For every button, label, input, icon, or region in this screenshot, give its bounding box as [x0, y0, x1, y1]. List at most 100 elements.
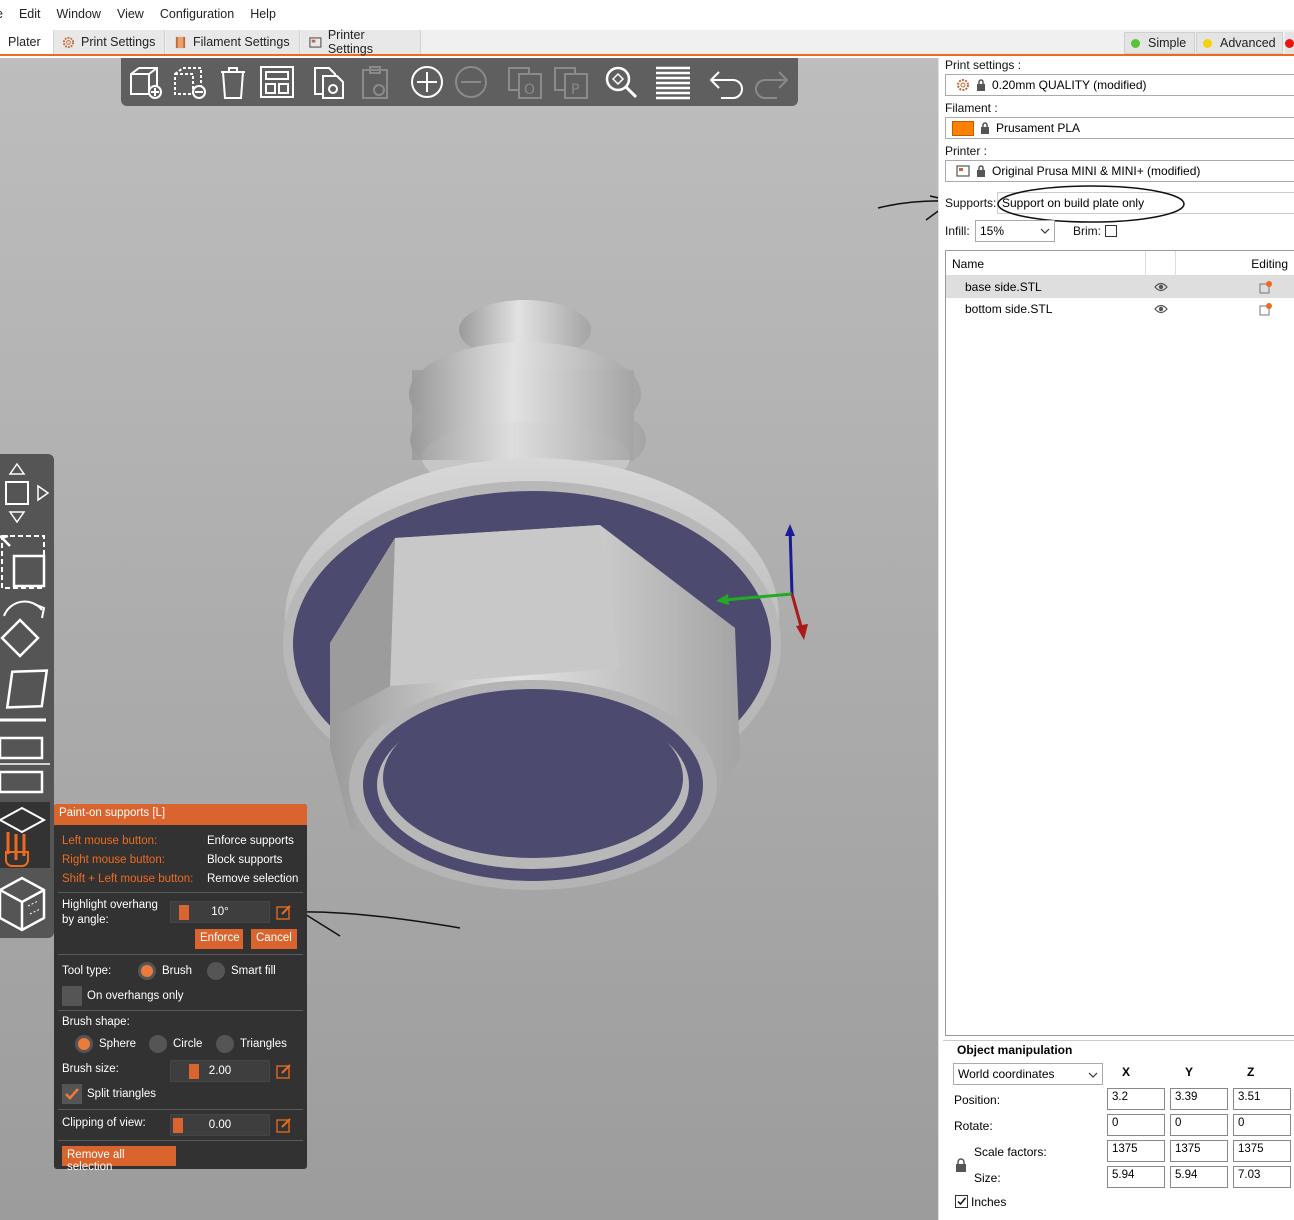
tab-plater[interactable]: Plater — [0, 30, 54, 54]
inches-label: Inches — [971, 1195, 1007, 1209]
print-settings-combo[interactable]: 0.20mm QUALITY (modified) — [945, 74, 1294, 96]
brim-label: Brim: — [1073, 224, 1101, 238]
chevron-down-icon — [1088, 1072, 1098, 1078]
brim-checkbox[interactable] — [1105, 225, 1117, 237]
object-list-header: Name Editing — [946, 251, 1294, 276]
clipping-value: 0.00 — [208, 1119, 232, 1131]
tool-smartfill-radio[interactable] — [207, 962, 225, 980]
tab-filament-settings[interactable]: Filament Settings — [166, 30, 300, 54]
rotate-x-field[interactable]: 0 — [1107, 1114, 1165, 1136]
infill-combo[interactable]: 15% — [975, 220, 1055, 242]
column-divider — [1145, 251, 1146, 275]
brush-shape-label: Brush shape: — [62, 1016, 130, 1028]
position-y-field[interactable]: 3.39 — [1170, 1088, 1228, 1110]
tab-printer-settings-label: Printer Settings — [327, 28, 373, 56]
lock-icon[interactable] — [955, 1158, 967, 1172]
gear-icon — [957, 79, 969, 91]
checkmark-icon — [957, 1197, 967, 1206]
highlight-angle-slider[interactable]: 10° — [170, 901, 270, 923]
overhangs-only-label: On overhangs only — [87, 990, 184, 1002]
tool-brush-label: Brush — [162, 965, 193, 977]
simple-mode-icon — [1131, 38, 1140, 48]
divider — [58, 1140, 303, 1141]
scale-y-field[interactable]: 1375 — [1170, 1140, 1228, 1162]
brush-size-slider[interactable]: 2.00 — [170, 1060, 270, 1082]
right-sidebar: Print settings : 0.20mm QUALITY (modifie… — [938, 58, 1294, 1220]
tab-filament-settings-label: Filament Settings — [193, 35, 290, 49]
paint-supports-panel: Paint-on supports [L] Left mouse button:… — [54, 804, 307, 1173]
size-y-field[interactable]: 5.94 — [1170, 1166, 1228, 1188]
column-name[interactable]: Name — [952, 257, 984, 271]
eye-icon[interactable] — [1154, 281, 1168, 293]
mode-simple-button[interactable]: Simple — [1124, 32, 1195, 54]
rotate-icon[interactable] — [0, 596, 50, 662]
mode-advanced-label: Advanced — [1220, 36, 1276, 50]
menu-file[interactable]: e — [0, 7, 11, 21]
shape-circle-radio[interactable] — [149, 1035, 167, 1053]
highlight-label-line1: Highlight overhang — [62, 899, 158, 911]
mode-expert-button[interactable] — [1285, 32, 1294, 54]
edit-settings-icon[interactable] — [1259, 280, 1273, 294]
scale-x-field[interactable]: 1375 — [1107, 1140, 1165, 1162]
split-triangles-checkbox[interactable] — [62, 1084, 82, 1104]
menu-edit[interactable]: Edit — [11, 7, 49, 21]
remove-all-selection-button[interactable]: Remove all selection — [62, 1146, 176, 1173]
printer-combo[interactable]: Original Prusa MINI & MINI+ (modified) — [945, 160, 1294, 182]
edit-settings-icon[interactable] — [1259, 302, 1273, 316]
edit-icon[interactable] — [276, 1063, 292, 1079]
place-on-face-icon[interactable] — [0, 664, 50, 726]
shape-triangles-radio[interactable] — [216, 1035, 234, 1053]
size-label: Size: — [974, 1171, 1001, 1185]
coordinate-system-combo[interactable]: World coordinates — [953, 1063, 1103, 1085]
position-z-field[interactable]: 3.51 — [1233, 1088, 1291, 1110]
rotate-y-field[interactable]: 0 — [1170, 1114, 1228, 1136]
menu-window[interactable]: Window — [49, 7, 109, 21]
rotate-z-field[interactable]: 0 — [1233, 1114, 1291, 1136]
object-row[interactable]: base side.STL — [946, 276, 1294, 298]
shape-circle-label: Circle — [173, 1038, 203, 1050]
filament-combo[interactable]: Prusament PLA — [945, 117, 1294, 139]
rotate-label: Rotate: — [954, 1119, 993, 1133]
print-settings-value: 0.20mm QUALITY (modified) — [992, 78, 1147, 92]
tab-print-settings[interactable]: Print Settings — [54, 30, 165, 54]
menu-view[interactable]: View — [109, 7, 152, 21]
sla-supports-icon[interactable] — [0, 872, 50, 934]
gear-icon — [62, 36, 75, 48]
printer-icon — [956, 165, 970, 177]
tool-brush-radio[interactable] — [138, 962, 156, 980]
shape-sphere-radio[interactable] — [75, 1035, 93, 1053]
enforce-button[interactable]: Enforce — [195, 929, 243, 949]
scale-icon[interactable] — [0, 530, 50, 592]
paint-supports-icon[interactable] — [0, 802, 50, 868]
edit-icon[interactable] — [276, 1117, 292, 1133]
edit-icon[interactable] — [276, 904, 292, 920]
divider — [58, 892, 303, 893]
expert-mode-icon — [1285, 38, 1294, 48]
position-x-field[interactable]: 3.2 — [1107, 1088, 1165, 1110]
inches-checkbox[interactable] — [955, 1195, 968, 1208]
clipping-slider[interactable]: 0.00 — [170, 1114, 270, 1136]
menu-help[interactable]: Help — [242, 7, 284, 21]
infill-value: 15% — [980, 224, 1005, 238]
mode-advanced-button[interactable]: Advanced — [1196, 32, 1283, 54]
3d-viewport[interactable]: O P Paint-on supports [L] Left mouse but… — [0, 58, 938, 1220]
object-row[interactable]: bottom side.STL — [946, 298, 1294, 320]
scale-z-field[interactable]: 1375 — [1233, 1140, 1291, 1162]
tab-printer-settings[interactable]: Printer Settings — [301, 28, 421, 56]
eye-icon[interactable] — [1154, 303, 1168, 315]
overhangs-only-checkbox[interactable] — [62, 986, 82, 1006]
tab-bar: Plater Print Settings Filament Settings … — [0, 28, 1294, 56]
tool-type-label: Tool type: — [62, 965, 112, 977]
column-editing[interactable]: Editing — [1251, 257, 1288, 271]
size-x-field[interactable]: 5.94 — [1107, 1166, 1165, 1188]
cut-icon[interactable] — [0, 732, 50, 798]
size-z-field[interactable]: 7.03 — [1233, 1166, 1291, 1188]
lock-icon — [977, 79, 985, 91]
object-manipulation-panel: Object manipulation World coordinates X … — [943, 1040, 1294, 1220]
clipping-label: Clipping of view: — [62, 1117, 146, 1129]
lock-icon — [977, 165, 985, 177]
move-icon[interactable] — [0, 460, 50, 524]
menu-configuration[interactable]: Configuration — [152, 7, 242, 21]
cancel-button[interactable]: Cancel — [251, 929, 297, 949]
highlight-angle-value: 10° — [211, 906, 229, 918]
